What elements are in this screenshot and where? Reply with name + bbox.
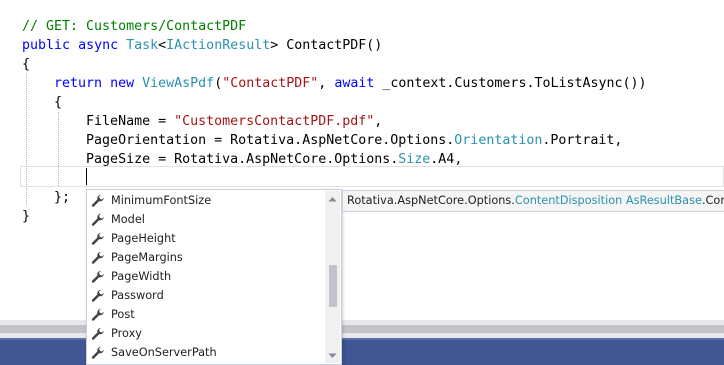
scroll-down-arrow-icon[interactable] [325, 348, 340, 363]
wrench-icon [91, 194, 105, 208]
code-token-plain: , [318, 76, 335, 91]
code-token-plain: _context.Customers.ToListAsync()) [374, 76, 647, 91]
code-token-string: "ContactPDF" [222, 76, 319, 91]
code-token-type: Task [126, 38, 159, 53]
completion-list-scrollbar[interactable] [325, 191, 340, 363]
code-line: public async Task<IActionResult> Contact… [22, 36, 382, 55]
wrench-icon [91, 213, 105, 227]
completion-item-label: Model [111, 213, 145, 226]
completion-list-scrollbar-thumb[interactable] [329, 265, 337, 307]
code-token-keyword: return [54, 76, 103, 91]
code-line: PageSize = Rotativa.AspNetCore.Options.S… [22, 150, 462, 169]
code-line: FileName = "CustomersContactPDF.pdf", [22, 112, 382, 131]
tooltip-member: .Content [701, 194, 724, 207]
completion-item-label: PageWidth [111, 270, 172, 283]
completion-item-label: SaveOnServerPath [111, 346, 217, 359]
code-token-plain: .Portrait, [542, 133, 623, 148]
intellisense-completion-list[interactable]: MinimumFontSize Model PageHeight PageMar… [86, 189, 342, 365]
text-caret [86, 168, 87, 185]
wrench-icon [91, 346, 105, 360]
code-token-string: "CustomersContactPDF.pdf" [174, 114, 375, 129]
code-token-plain: } [22, 209, 31, 224]
completion-item-label: PageMargins [111, 251, 183, 264]
code-line: { [22, 55, 30, 74]
code-token-type: ViewAsPdf [142, 76, 215, 91]
code-token-keyword: await [334, 76, 375, 91]
code-token-plain: < [158, 38, 167, 53]
code-token-plain: .A4, [430, 152, 463, 167]
code-token-plain: }; [22, 190, 71, 205]
completion-item[interactable]: Proxy [88, 324, 325, 343]
wrench-icon [91, 270, 105, 284]
code-token-comment: // GET: Customers/ContactPDF [22, 19, 247, 34]
completion-item[interactable]: Password [88, 286, 325, 305]
code-token-plain: > ContactPDF() [270, 38, 383, 53]
completion-item-label: MinimumFontSize [111, 194, 212, 207]
code-line: } [22, 207, 30, 226]
quick-info-tooltip: Rotativa.AspNetCore.Options.ContentDispo… [342, 190, 724, 212]
code-line: }; [22, 188, 70, 207]
wrench-icon [91, 327, 105, 341]
code-token-keyword: async [78, 38, 119, 53]
scroll-up-arrow-icon[interactable] [325, 191, 340, 206]
code-token-type: IActionResult [166, 38, 271, 53]
code-token-plain: { [22, 57, 31, 72]
completion-item-label: Proxy [111, 327, 142, 340]
code-token-plain: { [22, 95, 63, 110]
completion-item[interactable]: MinimumFontSize [88, 191, 325, 210]
completion-item[interactable]: PageMargins [88, 248, 325, 267]
tooltip-type-name: ContentDisposition [514, 194, 623, 207]
wrench-icon [91, 308, 105, 322]
code-token-keyword: new [110, 76, 135, 91]
code-token-type: Orientation [454, 133, 543, 148]
code-token-keyword: public [22, 38, 71, 53]
current-line-highlight [20, 166, 724, 187]
completion-item[interactable]: PageHeight [88, 229, 325, 248]
completion-item[interactable]: SaveOnServerPath [88, 343, 325, 362]
code-line: // GET: Customers/ContactPDF [22, 17, 246, 36]
tooltip-base-type: AsResultBase [625, 194, 702, 207]
code-token-plain: FileName = [22, 114, 175, 129]
code-line: return new ViewAsPdf("ContactPDF", await… [22, 74, 647, 93]
wrench-icon [91, 289, 105, 303]
code-token-plain: PageSize = Rotativa.AspNetCore.Options. [22, 152, 399, 167]
wrench-icon [91, 251, 105, 265]
wrench-icon [91, 232, 105, 246]
completion-item[interactable]: Model [88, 210, 325, 229]
completion-item-label: PageHeight [111, 232, 176, 245]
code-line: PageOrientation = Rotativa.AspNetCore.Op… [22, 131, 622, 150]
completion-item[interactable]: PageWidth [88, 267, 325, 286]
code-token-plain: PageOrientation = Rotativa.AspNetCore.Op… [22, 133, 455, 148]
tooltip-namespace: Rotativa.AspNetCore.Options. [347, 194, 515, 207]
code-line: { [22, 93, 62, 112]
completion-item[interactable]: Post [88, 305, 325, 324]
completion-item-label: Post [111, 308, 135, 321]
code-token-plain: , [374, 114, 383, 129]
code-token-type: Size [398, 152, 431, 167]
completion-item-label: Password [111, 289, 164, 302]
